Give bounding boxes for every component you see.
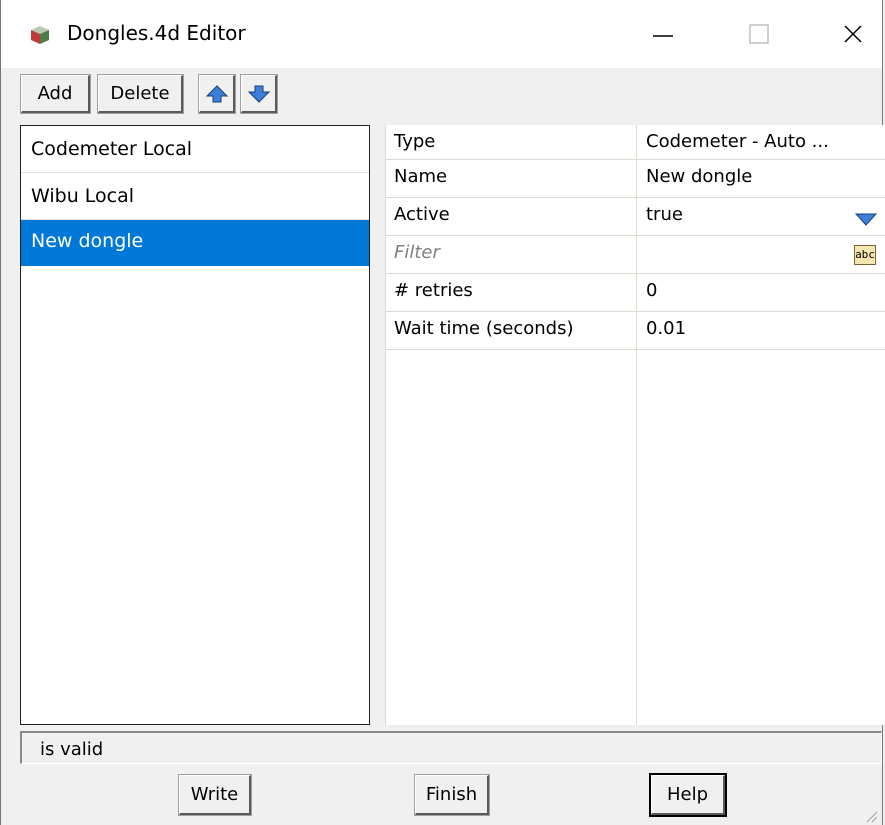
abc-icon[interactable]: abc [854,245,876,265]
property-value[interactable]: New dongle [646,166,752,187]
close-button[interactable] [811,0,885,68]
property-value[interactable]: Codemeter - Auto ... [646,131,829,152]
list-item[interactable]: Wibu Local [21,173,369,220]
property-value[interactable]: 0.01 [646,318,686,339]
property-row-type[interactable]: Type Codemeter - Auto ... [386,125,885,160]
property-name: Name [394,166,448,187]
finish-button[interactable]: Finish [414,774,490,816]
help-button[interactable]: Help [649,773,727,817]
dropdown-icon[interactable] [854,210,878,228]
arrow-down-icon [247,85,270,103]
property-name: # retries [394,280,473,301]
editor-window: Dongles.4d Editor Add Delete Codemeter L… [0,0,885,825]
property-name: Active [394,204,450,225]
property-name: Wait time (seconds) [394,318,574,339]
minimize-button[interactable] [621,0,705,68]
property-value[interactable]: true [646,204,683,225]
move-down-button[interactable] [240,74,278,114]
window-title: Dongles.4d Editor [67,21,246,45]
resize-grip-icon[interactable] [864,809,878,823]
maximize-button[interactable] [717,0,801,68]
property-name: Filter [394,242,440,263]
property-value[interactable]: 0 [646,280,657,301]
list-item[interactable]: Codemeter Local [21,126,369,173]
move-up-button[interactable] [198,74,236,114]
property-grid: Type Codemeter - Auto ... Name New dongl… [385,125,885,725]
app-cube-icon [31,26,49,44]
write-button[interactable]: Write [178,774,252,816]
list-item-selected[interactable]: New dongle [21,220,369,266]
property-name: Type [394,131,436,152]
maximize-icon [749,24,769,44]
title-bar[interactable]: Dongles.4d Editor [1,0,882,68]
close-icon [844,25,862,43]
status-text: is valid [40,739,104,760]
property-row-wait-time[interactable]: Wait time (seconds) 0.01 [386,312,885,350]
add-button[interactable]: Add [20,74,91,114]
property-row-retries[interactable]: # retries 0 [386,274,885,312]
property-row-filter[interactable]: Filter abc [386,236,885,274]
property-row-name[interactable]: Name New dongle [386,160,885,198]
delete-button[interactable]: Delete [97,74,184,114]
status-bar: is valid [20,731,882,764]
arrow-up-icon [205,84,228,102]
dongle-list[interactable]: Codemeter Local Wibu Local New dongle [20,125,370,725]
minimize-icon [653,35,673,37]
property-row-active[interactable]: Active true [386,198,885,236]
